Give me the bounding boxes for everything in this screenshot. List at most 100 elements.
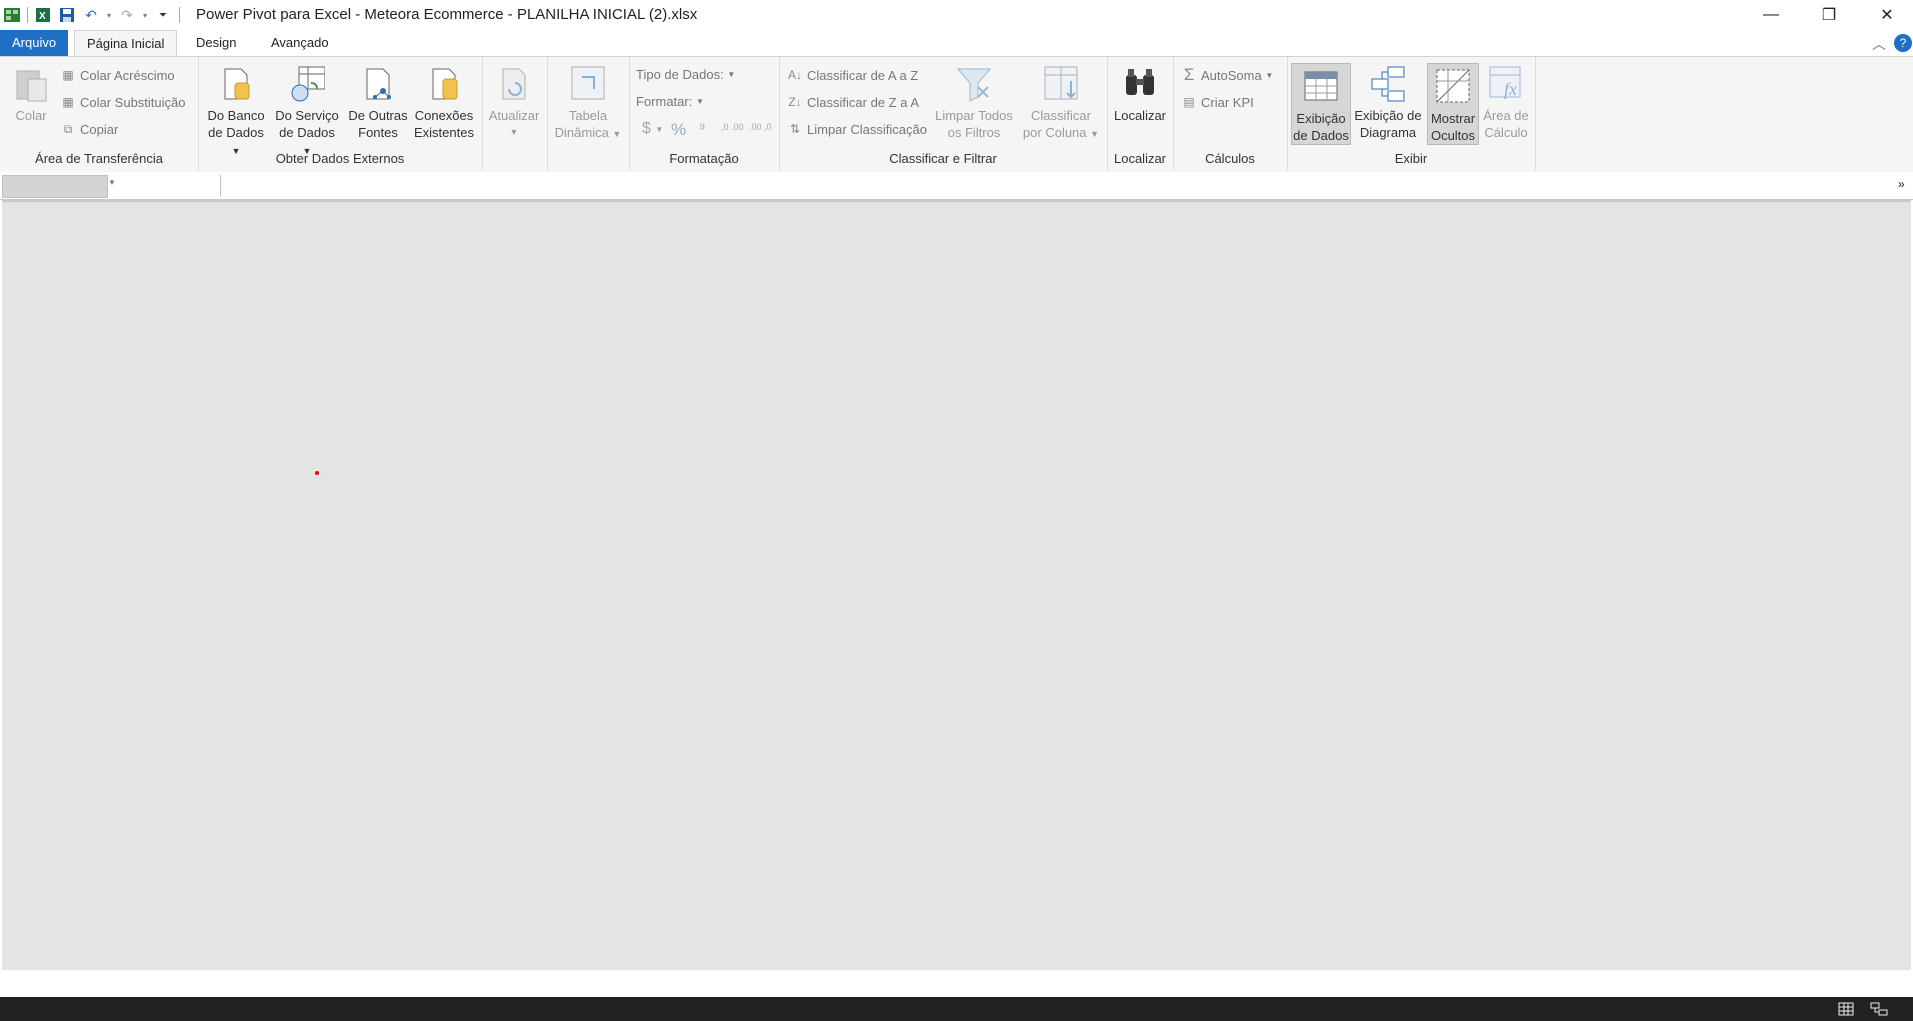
close-icon: ✕	[1880, 7, 1894, 24]
group-clipboard: Colar ▦ Colar Acréscimo ▦ Colar Substituiç…	[0, 57, 199, 170]
diagram-view-button[interactable]: Exibição de Diagrama	[1353, 61, 1423, 141]
restore-icon: ❐	[1821, 7, 1837, 24]
sort-desc-button[interactable]: Z↓ Classificar de Z a A	[787, 94, 919, 110]
format-dropdown[interactable]: Formatar: ▼	[636, 94, 704, 109]
copy-icon: ⧉	[63, 121, 73, 136]
group-calculations: Σ AutoSoma ▼ ▤ Criar KPI Cálculos	[1173, 57, 1288, 170]
grid-view-icon[interactable]	[1838, 1001, 1854, 1017]
currency-button[interactable]: $ ▼	[642, 120, 663, 138]
show-hidden-icon	[1435, 68, 1471, 106]
ribbon: Colar ▦ Colar Acréscimo ▦ Colar Substituiç…	[0, 56, 1913, 173]
from-data-service-button[interactable]: Do Serviço de Dados ▼	[274, 61, 340, 160]
create-kpi-button[interactable]: ▤ Criar KPI	[1181, 94, 1253, 110]
name-box[interactable]	[2, 175, 108, 198]
chevron-down-icon: ▼	[1090, 129, 1100, 139]
group-label-calculations: Cálculos	[1205, 151, 1255, 166]
paste-button[interactable]: Colar	[8, 61, 54, 124]
clear-sort-button[interactable]: ⇅ Limpar Classificação	[787, 121, 927, 137]
group-view: Exibição de Dados Exibição de Diagrama M…	[1287, 57, 1536, 170]
currency-icon: $	[642, 120, 651, 137]
data-view-button[interactable]: Exibição de Dados	[1291, 63, 1351, 145]
svg-text:fx: fx	[1504, 79, 1517, 99]
help-icon[interactable]: ?	[1894, 34, 1912, 52]
group-pivot: Tabela Dinâmica ▼	[547, 57, 630, 170]
cursor-marker	[315, 471, 319, 475]
increase-decimal-button[interactable]: ,0 .00	[721, 123, 745, 132]
decrease-decimal-icon: .00 ,0	[749, 122, 772, 132]
paste-replace-button[interactable]: ▦ Colar Substituição	[60, 94, 185, 110]
clear-all-filters-button[interactable]: Limpar Todos os Filtros	[931, 61, 1017, 141]
percent-button[interactable]: %	[671, 120, 686, 140]
table-tabs-strip	[0, 970, 1913, 997]
existing-connections-icon	[426, 65, 462, 103]
diagram-view-status-icon[interactable]	[1870, 1001, 1888, 1017]
tab-avancado[interactable]: Avançado	[259, 30, 341, 56]
sort-desc-icon: Z↓	[788, 95, 802, 109]
binoculars-icon	[1122, 65, 1158, 103]
data-view-icon	[1303, 68, 1339, 106]
sort-asc-button[interactable]: A↓ Classificar de A a Z	[787, 67, 918, 83]
title-bar: X ↶ ▾ ↷ ▾ ⏷ Power Pivot para Excel - Met…	[0, 0, 1913, 30]
refresh-icon	[496, 65, 532, 103]
expand-formula-bar-icon[interactable]: »	[1898, 177, 1905, 191]
autosum-button[interactable]: Σ AutoSoma ▼	[1181, 65, 1274, 84]
increase-decimal-icon: ,0 .00	[721, 122, 744, 132]
customize-qat-icon[interactable]: ⏷	[153, 5, 173, 25]
data-view-workspace[interactable]	[2, 200, 1911, 972]
from-database-button[interactable]: Do Banco de Dados ▼	[204, 61, 268, 160]
existing-connections-button[interactable]: Conexões Existentes	[412, 61, 476, 141]
sort-by-column-button[interactable]: Classificar por Coluna ▼	[1019, 61, 1103, 143]
sort-by-column-icon	[1043, 65, 1079, 103]
formula-bar: ▼ »	[0, 172, 1913, 200]
restore-button[interactable]: ❐	[1806, 0, 1852, 30]
group-formatting: Tipo de Dados: ▼ Formatar: ▼ $ ▼ % ⁹ ,0 …	[629, 57, 780, 170]
diagram-view-icon	[1370, 65, 1406, 103]
percent-icon: %	[671, 120, 687, 139]
undo-icon[interactable]: ↶	[81, 5, 101, 25]
group-refresh: Atualizar ▼	[482, 57, 548, 170]
chevron-down-icon: ▼	[727, 70, 736, 79]
save-icon[interactable]	[57, 5, 77, 25]
pivot-table-button[interactable]: Tabela Dinâmica ▼	[551, 61, 625, 143]
kpi-icon: ▤	[1183, 95, 1195, 109]
find-button[interactable]: Localizar	[1109, 61, 1171, 124]
window-title: Power Pivot para Excel - Meteora Ecommer…	[196, 6, 698, 23]
collapse-ribbon-icon[interactable]: ︿	[1872, 34, 1886, 54]
minimize-icon: —	[1763, 6, 1779, 23]
chevron-down-icon: ▼	[509, 127, 519, 137]
excel-icon[interactable]: X	[33, 5, 53, 25]
redo-dropdown-icon[interactable]: ▾	[141, 5, 149, 25]
from-other-sources-button[interactable]: De Outras Fontes	[346, 61, 410, 141]
tab-arquivo[interactable]: Arquivo	[0, 30, 69, 56]
other-sources-icon	[360, 65, 396, 103]
funnel-clear-icon	[956, 65, 992, 103]
group-label-sort-filter: Classificar e Filtrar	[889, 151, 997, 166]
calculation-area-button[interactable]: fx Área de Cálculo	[1481, 61, 1531, 141]
tab-pagina-inicial[interactable]: Página Inicial	[74, 30, 178, 57]
name-box-dropdown-icon[interactable]: ▼	[108, 178, 116, 187]
copy-button[interactable]: ⧉ Copiar	[60, 121, 119, 137]
refresh-button[interactable]: Atualizar ▼	[484, 61, 544, 141]
close-button[interactable]: ✕	[1864, 0, 1910, 30]
undo-dropdown-icon[interactable]: ▾	[105, 5, 113, 25]
comma-style-button[interactable]: ⁹	[699, 120, 705, 137]
clear-sort-icon: ⇅	[789, 122, 801, 136]
minimize-button[interactable]: —	[1748, 0, 1794, 30]
data-type-dropdown[interactable]: Tipo de Dados: ▼	[636, 67, 735, 82]
sort-asc-icon: A↓	[787, 68, 802, 82]
group-label-formatting: Formatação	[669, 151, 739, 166]
group-external-data: Do Banco de Dados ▼ Do Serviço de Dados …	[198, 57, 483, 170]
status-bar	[0, 997, 1913, 1021]
paste-append-icon: ▦	[62, 68, 74, 82]
chevron-down-icon: ▼	[695, 97, 704, 106]
data-service-icon	[289, 65, 325, 103]
group-find: Localizar Localizar	[1107, 57, 1174, 170]
show-hidden-button[interactable]: Mostrar Ocultos	[1427, 63, 1479, 145]
tab-design[interactable]: Design	[184, 30, 248, 56]
redo-icon[interactable]: ↷	[117, 5, 137, 25]
formula-input[interactable]	[120, 175, 221, 196]
svg-text:X: X	[39, 11, 46, 22]
pivot-table-icon	[570, 65, 606, 103]
paste-append-button[interactable]: ▦ Colar Acréscimo	[60, 67, 174, 83]
decrease-decimal-button[interactable]: .00 ,0	[749, 123, 773, 132]
